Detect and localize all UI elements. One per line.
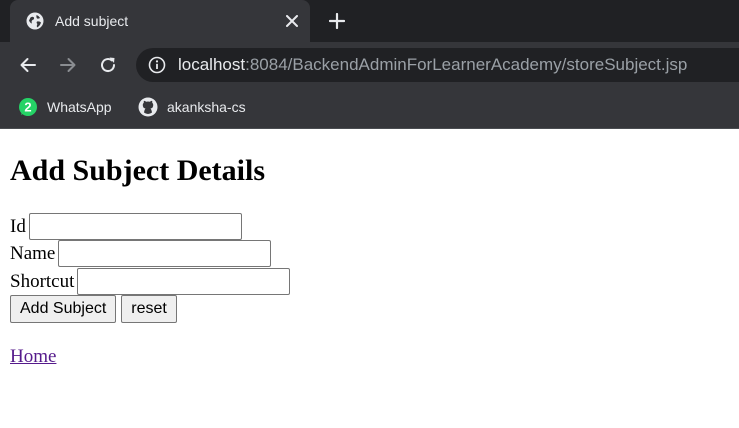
svg-text:2: 2 <box>24 100 31 115</box>
id-row: Id <box>10 213 242 240</box>
browser-tab[interactable]: Add subject <box>10 0 310 42</box>
add-subject-button[interactable]: Add Subject <box>10 295 117 323</box>
home-link[interactable]: Home <box>10 345 56 369</box>
url-text[interactable]: localhost:8084/BackendAdminForLearnerAca… <box>178 55 687 75</box>
browser-toolbar: localhost:8084/BackendAdminForLearnerAca… <box>0 42 739 88</box>
bookmark-label: akanksha-cs <box>167 99 246 115</box>
tab-strip: Add subject <box>0 0 739 42</box>
name-input[interactable] <box>58 240 272 267</box>
arrow-right-icon <box>60 58 76 72</box>
shortcut-input[interactable] <box>77 268 291 295</box>
whatsapp-icon: 2 <box>19 98 37 116</box>
address-bar[interactable]: localhost:8084/BackendAdminForLearnerAca… <box>136 48 739 82</box>
close-icon[interactable] <box>282 11 302 31</box>
tab-title: Add subject <box>55 13 129 29</box>
page-title: Add Subject Details <box>10 154 266 187</box>
reload-icon <box>101 57 116 73</box>
reset-button[interactable]: reset <box>121 295 177 323</box>
forward-button[interactable] <box>56 53 80 77</box>
globe-icon <box>26 12 44 30</box>
info-icon[interactable] <box>148 56 166 74</box>
new-tab-button[interactable] <box>326 10 348 32</box>
url-path: :8084/BackendAdminForLearnerAcademy/stor… <box>245 55 688 74</box>
plus-icon <box>329 13 345 29</box>
form-buttons: Add Subject reset <box>10 295 182 323</box>
shortcut-row: Shortcut <box>10 268 291 295</box>
bookmark-github[interactable]: akanksha-cs <box>138 96 246 118</box>
bookmarks-bar: 2 WhatsApp akanksha-cs <box>0 88 739 129</box>
name-row: Name <box>10 240 272 267</box>
back-button[interactable] <box>16 53 40 77</box>
bookmark-whatsapp[interactable]: 2 WhatsApp <box>18 96 112 118</box>
url-host: localhost <box>178 55 246 74</box>
name-label: Name <box>10 242 56 264</box>
id-input[interactable] <box>28 213 242 240</box>
arrow-left-icon <box>20 58 36 72</box>
id-label: Id <box>10 215 26 237</box>
bookmark-label: WhatsApp <box>47 99 112 115</box>
shortcut-label: Shortcut <box>10 270 75 292</box>
reload-button[interactable] <box>96 53 120 77</box>
github-icon <box>138 97 158 117</box>
